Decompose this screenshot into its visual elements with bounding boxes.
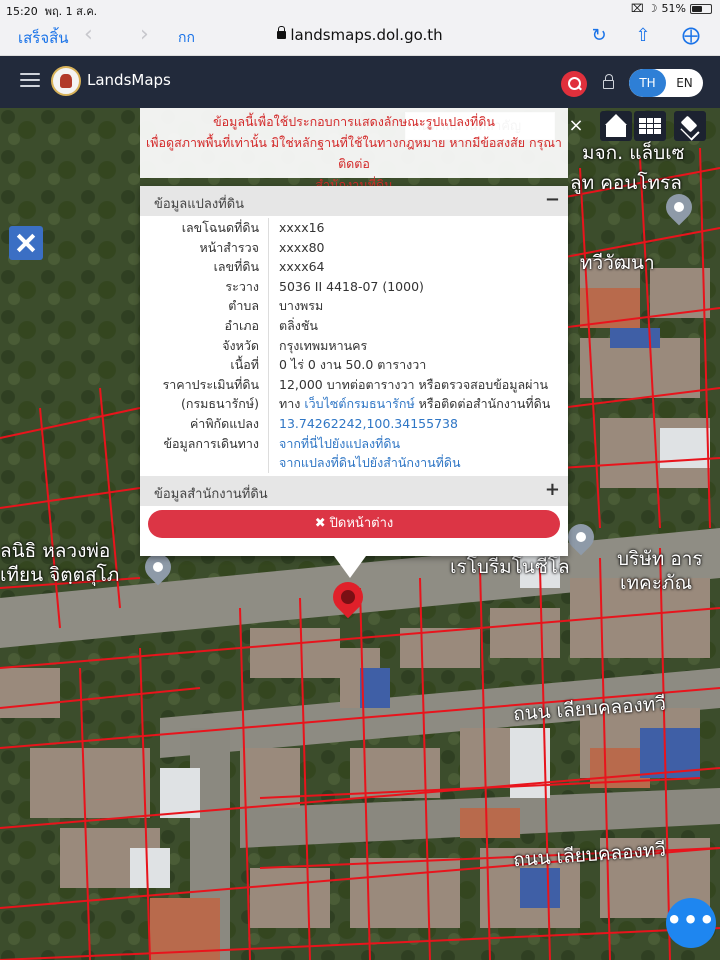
status-right: ⌧ ☽ 51% xyxy=(631,2,712,15)
place-label: ลูท คอนโทรล xyxy=(570,172,682,194)
url-text: landsmaps.dol.go.th xyxy=(290,26,443,44)
disclaimer-line: เพื่อดูสภาพพื้นที่เท่านั้น มิใช่หลักฐานท… xyxy=(146,135,562,171)
info-key: จังหวัด xyxy=(222,337,259,353)
place-label: เทียน จิตฺตสุโภ xyxy=(0,564,120,586)
browser-toolbar: เสร็จสิ้น ‹ › กก landsmaps.dol.go.th ↻ ⇧… xyxy=(0,18,720,56)
parcel-info-header[interactable]: ข้อมูลแปลงที่ดิน − xyxy=(140,186,568,216)
info-value: กรุงเทพมหานคร xyxy=(268,335,568,356)
collapse-icon[interactable]: − xyxy=(545,189,560,210)
info-row: (กรมธนารักษ์) ทาง เว็บไซต์กรมธนารักษ์ หร… xyxy=(140,394,568,414)
info-value: บางพรม xyxy=(268,296,568,316)
info-row: ค่าพิกัดแปลง 13.74262242,100.34155738 xyxy=(140,413,568,434)
parcel-grid-icon[interactable] xyxy=(634,111,666,141)
info-key: เนื้อที่ xyxy=(230,357,259,373)
status-bar: 15:20 พฤ. 1 ส.ค. ⌧ ☽ 51% xyxy=(0,0,720,18)
info-key: ค่าพิกัดแปลง xyxy=(189,415,259,431)
info-key: ระวาง xyxy=(225,278,259,294)
directions-to-office-link[interactable]: จากแปลงที่ดินไปยังสำนักงานที่ดิน xyxy=(268,453,568,473)
chat-fab-button[interactable]: ••• xyxy=(666,898,716,948)
info-key: ตำบล xyxy=(228,298,259,314)
parcel-info-table: เลขโฉนดที่ดิน xxxx16 หน้าสำรวจ xxxx80 เลขท… xyxy=(140,216,568,473)
info-row: ตำบล บางพรม xyxy=(140,296,568,316)
moon-icon: ☽ xyxy=(647,2,658,15)
info-key: ราคาประเมินที่ดิน xyxy=(162,376,259,392)
place-label: ทวีวัฒนา xyxy=(580,252,655,274)
disclaimer-banner: ข้อมูลนี้เพื่อใช้ประกอบการแสดงลักษณะรูปแ… xyxy=(140,108,568,192)
office-info-title: ข้อมูลสำนักงานที่ดิน xyxy=(154,487,268,502)
disclaimer-line: ข้อมูลนี้เพื่อใช้ประกอบการแสดงลักษณะรูปแ… xyxy=(213,114,495,129)
info-key: ข้อมูลการเดินทาง xyxy=(163,435,259,451)
info-value: xxxx80 xyxy=(268,237,568,258)
search-icon[interactable] xyxy=(561,71,587,97)
battery-percent: 51% xyxy=(661,2,686,15)
info-value: 5036 II 4418-07 (1000) xyxy=(268,276,568,297)
lang-th-button[interactable]: TH xyxy=(629,69,666,97)
info-row: เลขโฉนดที่ดิน xxxx16 xyxy=(140,218,568,238)
info-value: 12,000 บาทต่อตารางวา หรือตรวจสอบข้อมูลผ่… xyxy=(268,374,568,395)
draw-tools-icon[interactable] xyxy=(9,226,43,260)
info-value: 0 ไร่ 0 งาน 50.0 ตารางวา xyxy=(268,355,568,375)
info-value: xxxx16 xyxy=(268,218,568,238)
treasury-website-link[interactable]: เว็บไซต์กรมธนารักษ์ xyxy=(304,396,414,411)
info-row: เนื้อที่ 0 ไร่ 0 งาน 50.0 ตารางวา xyxy=(140,355,568,375)
battery-icon xyxy=(690,3,712,14)
parcel-info-popup: ข้อมูลแปลงที่ดิน − เลขโฉนดที่ดิน xxxx16 ห… xyxy=(140,186,568,578)
info-row: อำเภอ ตลิ่งชัน xyxy=(140,315,568,336)
parcel-info-title: ข้อมูลแปลงที่ดิน xyxy=(154,197,245,212)
reload-icon[interactable]: ↻ xyxy=(588,25,610,47)
lock-icon[interactable] xyxy=(603,74,614,89)
place-label: มจก. แล็บเซ xyxy=(582,142,685,164)
info-key: (กรมธนารักษ์) xyxy=(181,396,259,412)
menu-icon[interactable] xyxy=(20,73,40,87)
office-info-header[interactable]: ข้อมูลสำนักงานที่ดิน + xyxy=(140,476,568,506)
info-row: จากแปลงที่ดินไปยังสำนักงานที่ดิน xyxy=(140,453,568,473)
info-row: ข้อมูลการเดินทาง จากที่นี่ไปยังแปลงที่ดิน xyxy=(140,433,568,454)
info-value: ตลิ่งชัน xyxy=(268,315,568,336)
language-toggle[interactable]: TH EN xyxy=(629,69,703,97)
info-key: เลขที่ดิน xyxy=(213,259,259,275)
close-window-label: ปิดหน้าต่าง xyxy=(329,516,394,531)
info-key: หน้าสำรวจ xyxy=(199,239,259,255)
lock-icon xyxy=(277,26,287,39)
place-label: เทคะภัณ xyxy=(620,572,693,594)
wifi-icon: ⌧ xyxy=(630,2,644,15)
address-bar[interactable]: landsmaps.dol.go.th xyxy=(0,26,720,44)
directions-to-parcel-link[interactable]: จากที่นี่ไปยังแปลงที่ดิน xyxy=(268,433,568,454)
coordinates-link[interactable]: 13.74262242,100.34155738 xyxy=(268,413,568,434)
info-key: เลขโฉนดที่ดิน xyxy=(181,220,259,235)
info-value: xxxx64 xyxy=(268,257,568,277)
lang-en-button[interactable]: EN xyxy=(666,69,703,97)
info-row: หน้าสำรวจ xxxx80 xyxy=(140,237,568,258)
info-value: ทาง เว็บไซต์กรมธนารักษ์ หรือติดต่อสำนักง… xyxy=(268,394,568,414)
info-row: ระวาง 5036 II 4418-07 (1000) xyxy=(140,276,568,297)
expand-icon[interactable]: + xyxy=(545,479,560,500)
dol-logo xyxy=(51,66,81,96)
layers-icon[interactable] xyxy=(674,111,706,141)
info-row: ราคาประเมินที่ดิน 12,000 บาทต่อตารางวา หร… xyxy=(140,374,568,395)
close-window-button[interactable]: ✖ ปิดหน้าต่าง xyxy=(148,510,560,538)
share-icon[interactable]: ⇧ xyxy=(632,25,654,47)
info-row: จังหวัด กรุงเทพมหานคร xyxy=(140,335,568,356)
info-row: เลขที่ดิน xxxx64 xyxy=(140,257,568,277)
info-key: อำเภอ xyxy=(224,317,259,333)
home-icon[interactable] xyxy=(600,111,632,141)
compass-icon[interactable]: ⨁ xyxy=(680,25,702,47)
place-label: เรโบรีมโนซีโล xyxy=(450,556,570,578)
app-header: LandsMaps TH EN xyxy=(0,56,720,108)
close-icon: ✖ xyxy=(314,516,326,531)
brand-title: LandsMaps xyxy=(87,71,171,89)
